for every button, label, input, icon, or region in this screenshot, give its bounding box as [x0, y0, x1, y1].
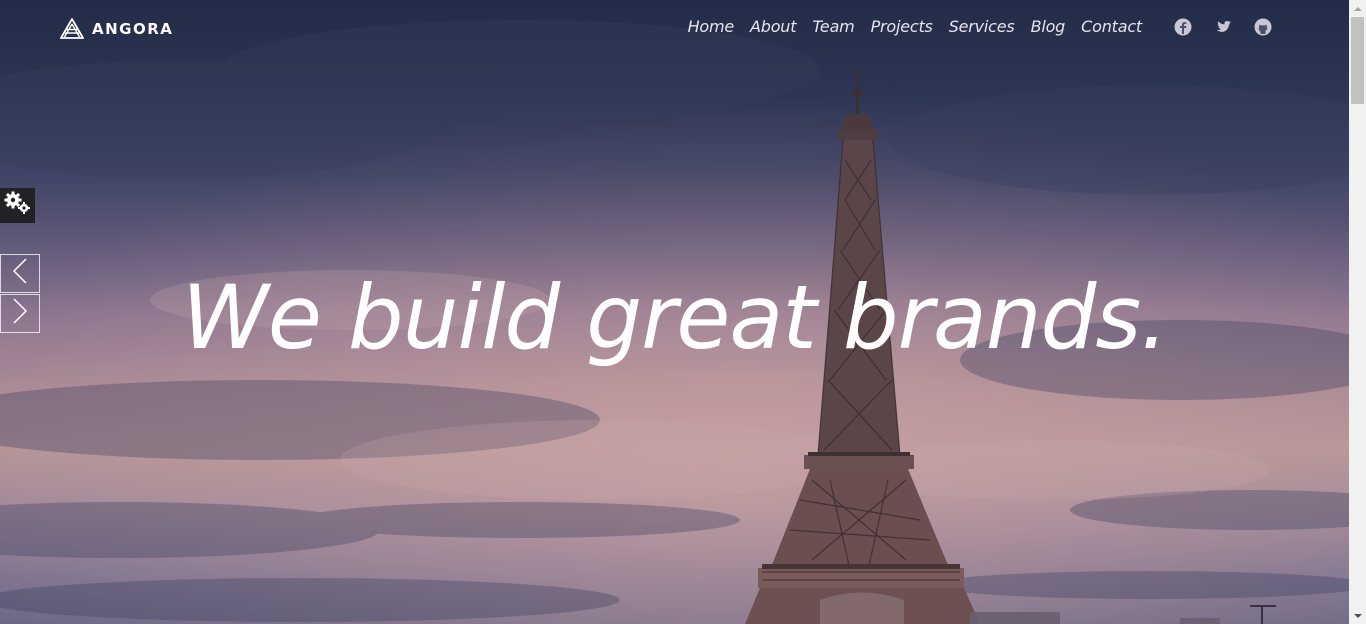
nav-link-about[interactable]: About	[742, 17, 804, 37]
brand-logo-link[interactable]: ANGORA	[59, 17, 174, 41]
navbar: ANGORA Home About Team Projects Services…	[0, 0, 1349, 58]
facebook-icon[interactable]	[1174, 18, 1192, 36]
github-icon[interactable]	[1254, 18, 1272, 36]
twitter-icon[interactable]	[1214, 18, 1232, 36]
angora-logo-icon	[59, 17, 85, 40]
theme-settings-toggle[interactable]	[0, 188, 35, 223]
nav-link-contact[interactable]: Contact	[1073, 17, 1150, 37]
scrollbar-thumb[interactable]	[1351, 17, 1364, 104]
nav-menu: Home About Team Projects Services Blog C…	[680, 17, 1150, 37]
page-viewport: ANGORA Home About Team Projects Services…	[0, 0, 1366, 624]
nav-link-blog[interactable]: Blog	[1023, 17, 1074, 37]
scroll-down-arrow-icon[interactable]	[1349, 607, 1366, 624]
social-links	[1174, 18, 1272, 36]
gears-icon	[3, 190, 33, 221]
page-scrollbar[interactable]	[1349, 0, 1366, 624]
nav-link-home[interactable]: Home	[680, 17, 742, 37]
hero-section: ANGORA Home About Team Projects Services…	[0, 0, 1349, 624]
brand-name: ANGORA	[92, 20, 174, 38]
nav-link-services[interactable]: Services	[941, 17, 1023, 37]
nav-link-projects[interactable]: Projects	[863, 17, 941, 37]
hero-headline: We build great brands.	[181, 266, 1169, 369]
scroll-up-arrow-icon[interactable]	[1349, 0, 1366, 17]
nav-link-team[interactable]: Team	[804, 17, 862, 37]
